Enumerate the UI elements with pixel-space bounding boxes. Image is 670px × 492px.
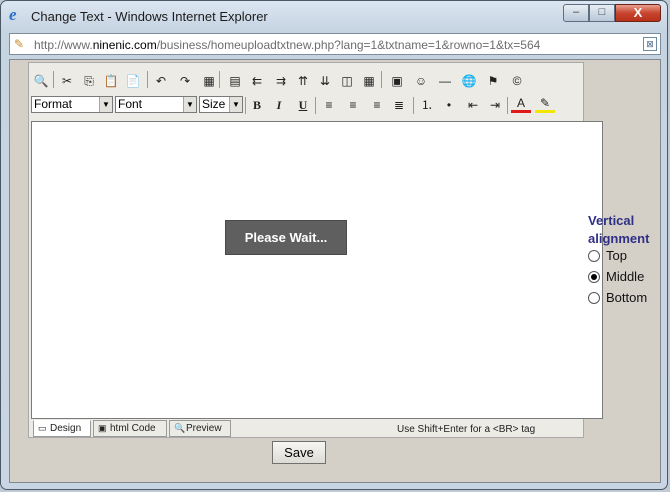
size-select[interactable]: Size ▼ <box>199 96 243 113</box>
special-char-icon[interactable]: © <box>507 71 527 91</box>
smiley-icon[interactable]: ☺ <box>411 71 431 91</box>
insert-table-icon[interactable]: ▦ <box>199 71 219 91</box>
table-properties-icon[interactable]: ▤ <box>225 71 245 91</box>
loading-message: Please Wait... <box>225 220 347 255</box>
toolbar-separator <box>507 97 508 114</box>
radio-label: Top <box>606 248 627 263</box>
find-icon[interactable]: 🔍 <box>31 71 51 91</box>
radio-button[interactable] <box>588 250 600 262</box>
page-content: 🔍 ✂ ⎘ 📋 📄 ↶ ↷ ▦ ▤ ⇇ ⇉ ⇈ ⇊ ◫ ▦ ▣ ☺ — 🌐 ⚑ © Format ▼ Font ▼ Size… <box>9 59 661 483</box>
radio-button[interactable] <box>588 292 600 304</box>
copy-icon[interactable]: ⎘ <box>79 71 99 91</box>
insert-row-above-icon[interactable]: ⇈ <box>293 71 313 91</box>
chevron-down-icon: ▼ <box>229 97 242 112</box>
vertical-alignment-group: Vertical alignment Top Middle Bottom <box>588 212 662 311</box>
anchor-icon[interactable]: ⚑ <box>483 71 503 91</box>
address-bar[interactable]: ✎ http://www.ninenic.com/business/homeup… <box>9 33 661 55</box>
design-icon: ▭ <box>38 423 47 433</box>
toolbar-row-2: Format ▼ Font ▼ Size ▼ B I U ≡ ≡ ≡ ≣ ⒈ • ⇤ ⇥ A ✎ <box>31 95 581 117</box>
toolbar-separator <box>315 97 316 114</box>
html-code-icon: ▣ <box>98 423 107 433</box>
format-select[interactable]: Format ▼ <box>31 96 113 113</box>
toolbar-separator <box>219 71 220 88</box>
outdent-icon[interactable]: ⇤ <box>463 95 483 115</box>
chevron-down-icon: ▼ <box>183 97 196 112</box>
tab-html-code[interactable]: ▣ html Code <box>93 420 167 437</box>
toolbar-separator <box>147 71 148 88</box>
toolbar-separator <box>245 97 246 114</box>
chevron-down-icon: ▼ <box>99 97 112 112</box>
highlight-icon[interactable]: ✎ <box>535 95 555 113</box>
toolbar-separator <box>381 71 382 88</box>
preview-icon: 🔍 <box>174 423 186 433</box>
font-select[interactable]: Font ▼ <box>115 96 197 113</box>
toolbar-row-1: 🔍 ✂ ⎘ 📋 📄 ↶ ↷ ▦ ▤ ⇇ ⇉ ⇈ ⇊ ◫ ▦ ▣ ☺ — 🌐 ⚑ © <box>31 69 581 93</box>
close-button[interactable]: X <box>615 4 661 22</box>
html-editor: 🔍 ✂ ⎘ 📋 📄 ↶ ↷ ▦ ▤ ⇇ ⇉ ⇈ ⇊ ◫ ▦ ▣ ☺ — 🌐 ⚑ © Format ▼ Font ▼ Size… <box>28 62 603 438</box>
insert-column-left-icon[interactable]: ⇇ <box>247 71 267 91</box>
align-left-icon[interactable]: ≡ <box>319 95 339 115</box>
cut-icon[interactable]: ✂ <box>57 71 77 91</box>
split-cells-icon[interactable]: ▦ <box>359 71 379 91</box>
ordered-list-icon[interactable]: ⒈ <box>417 95 437 115</box>
font-color-icon[interactable]: A <box>511 95 531 113</box>
radio-button[interactable] <box>588 271 600 283</box>
toolbar-separator <box>53 71 54 88</box>
ie-icon: e <box>9 5 17 24</box>
page-icon: ✎ <box>14 37 25 51</box>
tab-preview[interactable]: 🔍Preview <box>169 420 231 437</box>
vertical-alignment-title: Vertical alignment <box>588 213 650 246</box>
insert-column-right-icon[interactable]: ⇉ <box>271 71 291 91</box>
radio-label: Bottom <box>606 290 648 305</box>
italic-icon[interactable]: I <box>269 95 289 115</box>
radio-middle[interactable]: Middle <box>588 269 662 290</box>
indent-icon[interactable]: ⇥ <box>485 95 505 115</box>
merge-cells-icon[interactable]: ◫ <box>337 71 357 91</box>
radio-bottom[interactable]: Bottom <box>588 290 662 311</box>
toolbar-separator <box>413 97 414 114</box>
editor-content-area[interactable]: Please Wait... <box>31 121 603 419</box>
unordered-list-icon[interactable]: • <box>439 95 459 115</box>
paste-word-icon[interactable]: 📄 <box>123 71 143 91</box>
radio-top[interactable]: Top <box>588 248 662 269</box>
editor-hint: Use Shift+Enter for a <BR> tag <box>397 424 536 435</box>
horizontal-rule-icon[interactable]: — <box>435 71 455 91</box>
save-button[interactable]: Save <box>272 441 326 464</box>
window-title: Change Text - Windows Internet Explorer <box>31 9 268 24</box>
paste-icon[interactable]: 📋 <box>101 71 121 91</box>
minimize-button[interactable]: – <box>563 4 589 22</box>
hyperlink-icon[interactable]: 🌐 <box>459 71 479 91</box>
title-bar[interactable]: e Change Text - Windows Internet Explore… <box>1 1 669 31</box>
insert-row-below-icon[interactable]: ⇊ <box>315 71 335 91</box>
bold-icon[interactable]: B <box>247 95 267 115</box>
redo-icon[interactable]: ↷ <box>175 71 195 91</box>
radio-label: Middle <box>606 269 645 284</box>
certificate-icon[interactable]: ⊠ <box>643 37 657 51</box>
maximize-button[interactable]: □ <box>589 4 615 22</box>
align-right-icon[interactable]: ≡ <box>367 95 387 115</box>
insert-image-icon[interactable]: ▣ <box>387 71 407 91</box>
underline-icon[interactable]: U <box>293 95 313 115</box>
tab-design[interactable]: ▭ Design <box>33 420 91 437</box>
align-center-icon[interactable]: ≡ <box>343 95 363 115</box>
browser-window: e Change Text - Windows Internet Explore… <box>0 0 668 490</box>
url-text[interactable]: http://www.ninenic.com/business/homeuplo… <box>34 38 540 52</box>
undo-icon[interactable]: ↶ <box>151 71 171 91</box>
justify-icon[interactable]: ≣ <box>389 95 409 115</box>
